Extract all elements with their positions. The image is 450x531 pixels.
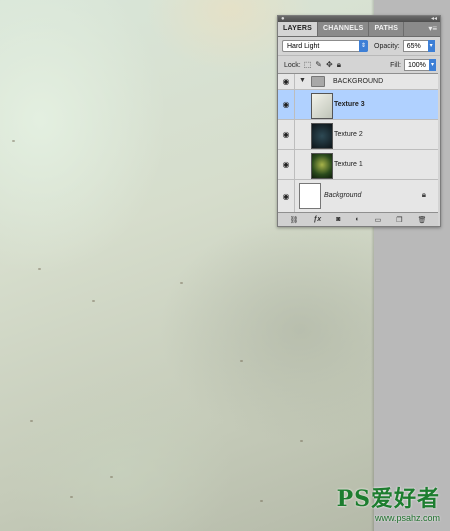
visibility-eye-icon[interactable]: ◉ bbox=[278, 74, 295, 89]
chevron-down-icon[interactable]: ▾ bbox=[429, 59, 436, 71]
fill-label: Fill: bbox=[390, 61, 401, 69]
lock-position-icon[interactable]: ✥ bbox=[326, 60, 333, 70]
visibility-eye-icon[interactable]: ◉ bbox=[278, 90, 295, 119]
layer-thumbnail bbox=[311, 123, 333, 149]
layer-row-background[interactable]: ◉ Background 🔒︎ bbox=[278, 180, 438, 212]
chevron-updown-icon: ⇕ bbox=[359, 40, 368, 52]
disclosure-triangle-icon[interactable]: ▼ bbox=[299, 77, 306, 84]
lock-pixels-icon[interactable]: ✎ bbox=[315, 60, 322, 70]
layer-name: Texture 3 bbox=[334, 101, 365, 108]
layer-thumbnail bbox=[311, 93, 333, 119]
blend-row: Hard Light ⇕ Opacity: 65% ▾ bbox=[278, 37, 440, 55]
tab-paths[interactable]: PATHS bbox=[369, 22, 405, 36]
lock-icons: ⬚ ✎ ✥ 🔒︎ bbox=[304, 60, 345, 70]
delete-layer-icon[interactable]: 🗑︎ bbox=[418, 216, 427, 224]
canvas-speck bbox=[12, 140, 15, 142]
watermark-url: www.psahz.com bbox=[374, 513, 440, 523]
canvas-speck bbox=[70, 496, 73, 498]
opacity-label: Opacity: bbox=[374, 42, 400, 50]
fill-value: 100% bbox=[408, 62, 426, 69]
canvas-speck bbox=[92, 300, 95, 302]
layer-thumbnail bbox=[311, 153, 333, 179]
lock-all-icon[interactable]: 🔒︎ bbox=[337, 60, 341, 70]
new-layer-icon[interactable]: ❐ bbox=[396, 216, 402, 224]
watermark: PS爱好者 www.psahz.com bbox=[337, 481, 440, 523]
layer-name: Texture 2 bbox=[334, 131, 363, 138]
add-mask-icon[interactable]: ◙ bbox=[336, 216, 340, 223]
lock-icon: 🔒︎ bbox=[421, 190, 426, 199]
layers-list: ◉ ▼ BACKGROUND ◉ Texture 3 ◉ Texture 2 ◉… bbox=[278, 73, 438, 212]
layer-thumbnail bbox=[299, 183, 321, 209]
layer-row-texture-2[interactable]: ◉ Texture 2 bbox=[278, 120, 438, 150]
layer-row-texture-3[interactable]: ◉ Texture 3 bbox=[278, 90, 438, 120]
lock-transparent-icon[interactable]: ⬚ bbox=[304, 60, 312, 70]
watermark-logo: PS爱好者 bbox=[336, 486, 440, 512]
adjustment-layer-icon[interactable]: ◐ bbox=[355, 216, 359, 223]
lock-row: Lock: ⬚ ✎ ✥ 🔒︎ Fill: 100% ▾ bbox=[278, 55, 440, 74]
layer-name: Texture 1 bbox=[334, 161, 363, 168]
lock-label: Lock: bbox=[284, 61, 301, 69]
layer-row-texture-1[interactable]: ◉ Texture 1 bbox=[278, 150, 438, 180]
visibility-eye-icon[interactable]: ◉ bbox=[278, 180, 295, 212]
link-layers-icon[interactable]: ⛓ bbox=[290, 216, 299, 224]
blend-mode-select[interactable]: Hard Light ⇕ bbox=[282, 40, 368, 52]
canvas-speck bbox=[38, 268, 41, 270]
layer-style-fx-icon[interactable]: ƒx bbox=[313, 216, 321, 223]
visibility-eye-icon[interactable]: ◉ bbox=[278, 150, 295, 179]
canvas-speck bbox=[260, 500, 263, 502]
visibility-eye-icon[interactable]: ◉ bbox=[278, 120, 295, 149]
canvas-speck bbox=[240, 360, 243, 362]
panel-menu-icon[interactable]: ▾≡ bbox=[428, 24, 437, 34]
layer-group-background[interactable]: ◉ ▼ BACKGROUND bbox=[278, 74, 438, 90]
canvas-speck bbox=[180, 282, 183, 284]
panel-bottom-toolbar: ⛓ ƒx ◙ ◐ ▭ ❐ 🗑︎ bbox=[278, 212, 438, 226]
canvas-speck bbox=[110, 476, 113, 478]
layers-panel: ● ◂◂ LAYERS CHANNELS PATHS ▾≡ Hard Light… bbox=[277, 15, 441, 227]
tab-channels[interactable]: CHANNELS bbox=[318, 22, 370, 36]
blend-mode-value: Hard Light bbox=[287, 43, 320, 50]
opacity-field[interactable]: 65% ▾ bbox=[402, 40, 435, 52]
tab-layers[interactable]: LAYERS bbox=[278, 22, 318, 36]
layer-name: Background bbox=[324, 192, 362, 199]
panel-tabs: LAYERS CHANNELS PATHS ▾≡ bbox=[278, 22, 440, 37]
canvas-speck bbox=[300, 440, 303, 442]
layer-group-name: BACKGROUND bbox=[333, 78, 384, 85]
fill-field[interactable]: 100% ▾ bbox=[404, 59, 436, 71]
chevron-down-icon[interactable]: ▾ bbox=[427, 40, 435, 52]
folder-icon bbox=[311, 76, 325, 87]
new-group-icon[interactable]: ▭ bbox=[375, 216, 382, 224]
opacity-value: 65% bbox=[406, 43, 421, 50]
canvas-speck bbox=[30, 420, 33, 422]
